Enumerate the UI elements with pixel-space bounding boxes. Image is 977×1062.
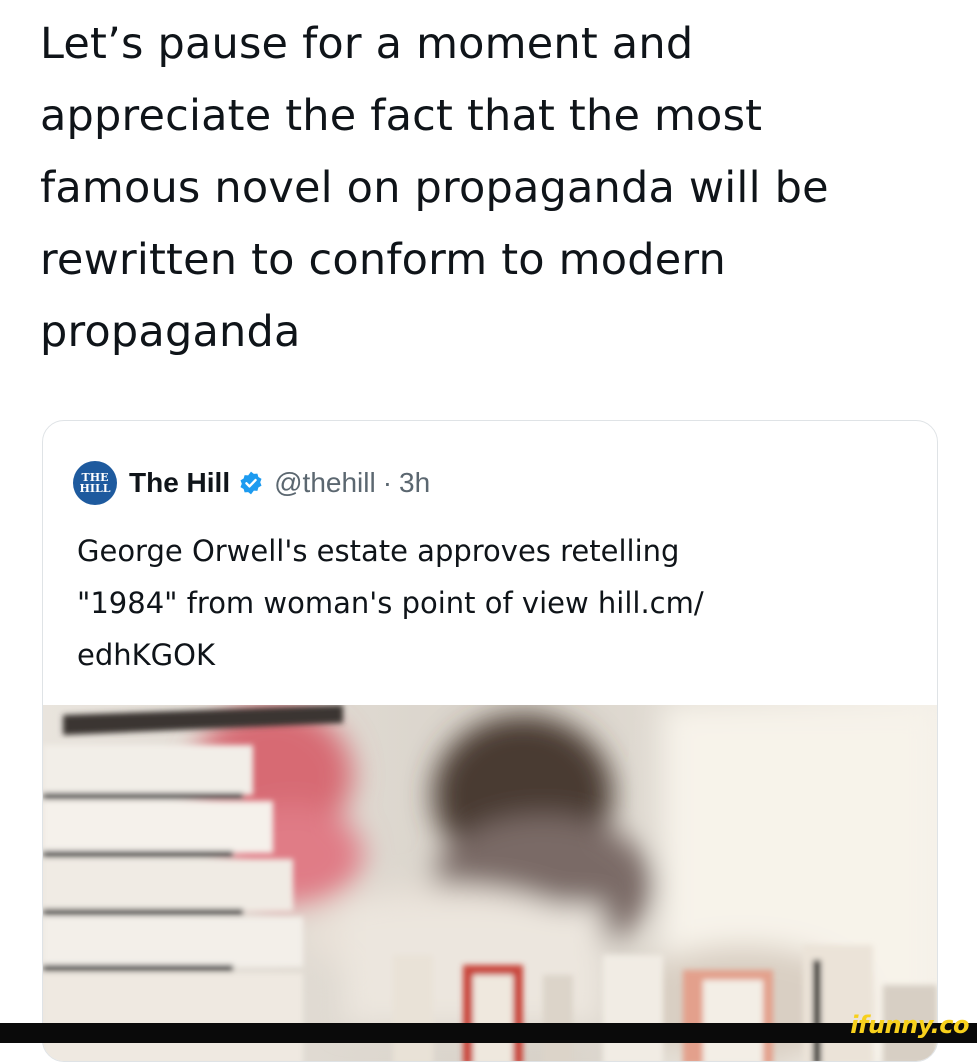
quoted-text-line: "1984" from woman's point of view hill.c…	[77, 586, 704, 620]
bottom-bar	[0, 1023, 977, 1043]
quoted-tweet-card[interactable]: THE HILL The Hill @thehill · 3h George O…	[42, 420, 938, 1062]
avatar-text: THE HILL	[79, 471, 111, 495]
watermark: ifunny.co	[850, 1011, 969, 1039]
tweet-text-line: famous novel on propaganda will be	[40, 163, 829, 213]
avatar[interactable]: THE HILL	[73, 461, 117, 505]
tweet-text-line: Let’s pause for a moment and	[40, 19, 694, 69]
tweet-text-line: rewritten to conform to modern	[40, 235, 727, 285]
author-name[interactable]: The Hill	[129, 467, 230, 499]
author-handle[interactable]: @thehill	[274, 467, 376, 499]
quoted-tweet-header: THE HILL The Hill @thehill · 3h	[73, 459, 430, 507]
tweet-text-line: appreciate the fact that the most	[40, 91, 763, 141]
quoted-text-line: edhKGOK	[77, 638, 215, 672]
quoted-tweet-photo[interactable]	[43, 705, 937, 1061]
quoted-text-line: George Orwell's estate approves retellin…	[77, 534, 680, 568]
timestamp[interactable]: 3h	[399, 467, 430, 499]
books-photo-icon	[43, 705, 937, 1061]
tweet-text: Let’s pause for a moment and appreciate …	[40, 8, 940, 368]
verified-badge-icon	[240, 471, 262, 495]
quoted-tweet-text: George Orwell's estate approves retellin…	[77, 525, 837, 681]
tweet-text-line: propaganda	[40, 307, 301, 357]
separator-dot: ·	[382, 467, 393, 498]
